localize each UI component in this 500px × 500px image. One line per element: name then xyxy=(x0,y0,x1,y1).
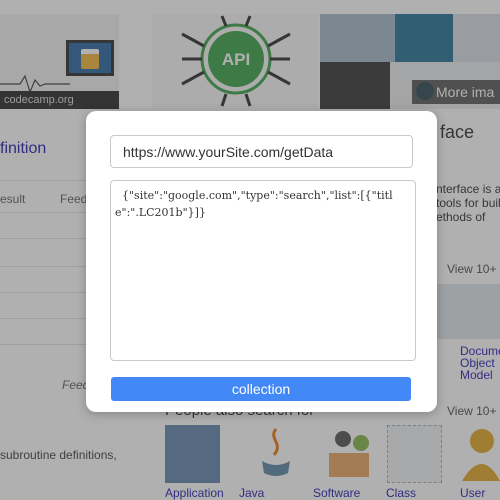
url-input[interactable] xyxy=(110,135,413,168)
data-collection-dialog: {"site":"google.com","type":"search","li… xyxy=(86,111,437,412)
json-result-textarea[interactable]: {"site":"google.com","type":"search","li… xyxy=(110,180,416,361)
collection-button[interactable]: collection xyxy=(111,377,411,401)
